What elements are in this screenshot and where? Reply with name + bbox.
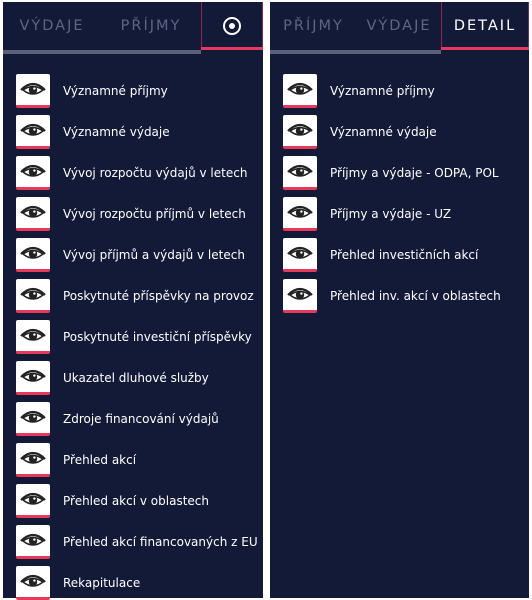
item-label: Poskytnuté investiční příspěvky <box>63 329 252 344</box>
tab-overview[interactable] <box>201 2 263 50</box>
item-label: Přehled akcí financovaných z EU <box>63 534 258 549</box>
item-label: Příjmy a výdaje - UZ <box>330 206 452 221</box>
item-label: Významné výdaje <box>63 124 170 139</box>
item-label: Přehled akcí <box>63 452 137 467</box>
list-item[interactable]: Příjmy a výdaje - UZ <box>270 193 529 234</box>
tab-bar: PŘÍJMY VÝDAJE DETAIL <box>270 2 529 50</box>
list-item[interactable]: Vývoj rozpočtu příjmů v letech <box>3 193 263 234</box>
list-item[interactable]: Přehled akcí <box>3 439 263 480</box>
eye-icon <box>283 155 317 190</box>
item-label: Zdroje financování výdajů <box>63 411 219 426</box>
eye-icon <box>283 196 317 231</box>
list-item[interactable]: Přehled inv. akcí v oblastech <box>270 275 529 316</box>
left-panel: VÝDAJE PŘÍJMY Významné příjmy Významné v… <box>3 2 263 600</box>
item-label: Přehled inv. akcí v oblastech <box>330 288 501 303</box>
tab-prijmy[interactable]: PŘÍJMY <box>270 2 357 50</box>
eye-icon <box>283 73 317 108</box>
list-item[interactable]: Poskytnuté příspěvky na provoz <box>3 275 263 316</box>
item-label: Přehled akcí v oblastech <box>63 493 209 508</box>
eye-icon <box>16 483 50 518</box>
list-item[interactable]: Přehled akcí financovaných z EU <box>3 521 263 562</box>
list-item[interactable]: Významné výdaje <box>3 111 263 152</box>
tab-prijmy[interactable]: PŘÍJMY <box>101 2 201 50</box>
tab-vydaje[interactable]: VÝDAJE <box>357 2 441 50</box>
report-list: Významné příjmy Významné výdaje Vývoj ro… <box>3 54 263 600</box>
eye-icon <box>16 442 50 477</box>
eye-icon <box>283 278 317 313</box>
list-item[interactable]: Přehled investičních akcí <box>270 234 529 275</box>
eye-icon <box>16 114 50 149</box>
target-icon <box>223 17 241 35</box>
eye-icon <box>283 114 317 149</box>
item-label: Ukazatel dluhové služby <box>63 370 209 385</box>
eye-icon <box>16 524 50 559</box>
tab-detail-label: DETAIL <box>453 18 517 34</box>
item-label: Vývoj příjmů a výdajů v letech <box>63 247 245 262</box>
eye-icon <box>16 155 50 190</box>
eye-icon <box>283 237 317 272</box>
list-item[interactable]: Poskytnuté investiční příspěvky <box>3 316 263 357</box>
eye-icon <box>16 565 50 600</box>
item-label: Významné výdaje <box>330 124 437 139</box>
tab-vydaje[interactable]: VÝDAJE <box>3 2 101 50</box>
list-item[interactable]: Vývoj příjmů a výdajů v letech <box>3 234 263 275</box>
eye-icon <box>16 237 50 272</box>
eye-icon <box>16 319 50 354</box>
right-panel: PŘÍJMY VÝDAJE DETAIL Významné příjmy Výz… <box>270 2 529 598</box>
item-label: Vývoj rozpočtu výdajů v letech <box>63 165 248 180</box>
eye-icon <box>16 401 50 436</box>
item-label: Příjmy a výdaje - ODPA, POL <box>330 165 499 180</box>
report-list: Významné příjmy Významné výdaje Příjmy a… <box>270 54 529 316</box>
list-item[interactable]: Zdroje financování výdajů <box>3 398 263 439</box>
tab-bar: VÝDAJE PŘÍJMY <box>3 2 263 50</box>
list-item[interactable]: Významné příjmy <box>3 70 263 111</box>
list-item[interactable]: Příjmy a výdaje - ODPA, POL <box>270 152 529 193</box>
item-label: Vývoj rozpočtu příjmů v letech <box>63 206 246 221</box>
list-item[interactable]: Ukazatel dluhové služby <box>3 357 263 398</box>
tab-detail[interactable]: DETAIL <box>441 2 529 50</box>
item-label: Rekapitulace <box>63 575 141 590</box>
item-label: Poskytnuté příspěvky na provoz <box>63 288 254 303</box>
eye-icon <box>16 73 50 108</box>
list-item[interactable]: Vývoj rozpočtu výdajů v letech <box>3 152 263 193</box>
eye-icon <box>16 278 50 313</box>
eye-icon <box>16 196 50 231</box>
list-item[interactable]: Rekapitulace <box>3 562 263 600</box>
item-label: Významné příjmy <box>330 83 435 98</box>
list-item[interactable]: Významné výdaje <box>270 111 529 152</box>
eye-icon <box>16 360 50 395</box>
list-item[interactable]: Přehled akcí v oblastech <box>3 480 263 521</box>
item-label: Přehled investičních akcí <box>330 247 479 262</box>
list-item[interactable]: Významné příjmy <box>270 70 529 111</box>
item-label: Významné příjmy <box>63 83 168 98</box>
